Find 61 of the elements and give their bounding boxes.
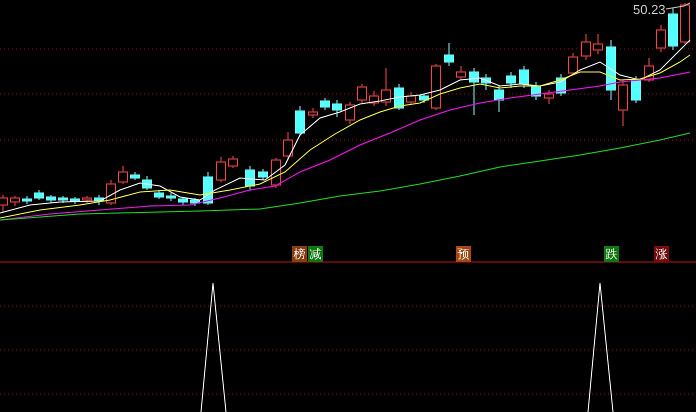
candlestick xyxy=(295,106,305,136)
candlestick xyxy=(506,72,516,88)
candlestick xyxy=(631,76,641,104)
candlestick xyxy=(106,180,116,206)
candlestick xyxy=(606,40,616,100)
high-price-label: 50.23 xyxy=(633,2,666,17)
candlestick xyxy=(644,58,654,82)
candlestick xyxy=(178,196,188,206)
candlestick xyxy=(46,194,56,204)
candlestick xyxy=(308,108,318,118)
candlestick xyxy=(494,86,504,112)
candlestick xyxy=(58,196,68,204)
candlestick xyxy=(345,102,355,124)
candlestick xyxy=(82,196,92,204)
signal-tag: 涨 xyxy=(654,246,669,262)
candlestick xyxy=(70,196,80,204)
candlestick xyxy=(166,192,176,202)
candlestick xyxy=(283,132,293,160)
candlestick xyxy=(419,94,429,104)
candlestick xyxy=(369,90,379,106)
candlestick xyxy=(332,100,342,118)
candlestick xyxy=(680,2,690,44)
candlestick xyxy=(34,190,44,200)
candlestick xyxy=(593,34,603,54)
candlestick xyxy=(618,80,628,126)
candlestick xyxy=(531,82,541,100)
candlestick xyxy=(668,8,678,50)
signal-tag: 榜 xyxy=(292,246,307,262)
candlestick xyxy=(130,172,140,180)
candlestick xyxy=(22,196,32,204)
candlestick xyxy=(406,92,416,104)
candlestick xyxy=(444,42,454,66)
signal-tag: 预 xyxy=(456,246,471,262)
candlestick xyxy=(568,52,578,76)
candlestick xyxy=(216,156,226,182)
candlestick xyxy=(519,66,529,88)
candlestick xyxy=(228,156,238,168)
candlestick xyxy=(394,84,404,110)
signal-tag: 跌 xyxy=(604,246,619,262)
candlestick xyxy=(656,24,666,52)
candlestick xyxy=(258,168,268,180)
candlestick xyxy=(581,34,591,60)
candlestick xyxy=(544,90,554,104)
candlestick xyxy=(381,68,391,106)
candlestick xyxy=(118,166,128,184)
candlestick xyxy=(10,196,20,206)
candlestick xyxy=(271,158,281,188)
candlestick xyxy=(481,74,491,90)
signal-tag: 减 xyxy=(308,246,323,262)
candlestick xyxy=(245,166,255,190)
candlestick xyxy=(556,74,566,96)
candlestick xyxy=(456,66,466,80)
candlestick xyxy=(469,68,479,116)
candlestick xyxy=(190,198,200,206)
candlestick xyxy=(94,194,104,206)
candlestick xyxy=(154,190,164,200)
candlestick xyxy=(431,64,441,110)
candlestick xyxy=(203,172,213,206)
candlestick xyxy=(320,98,330,110)
candlestick xyxy=(357,84,367,104)
candlestick xyxy=(142,176,152,190)
